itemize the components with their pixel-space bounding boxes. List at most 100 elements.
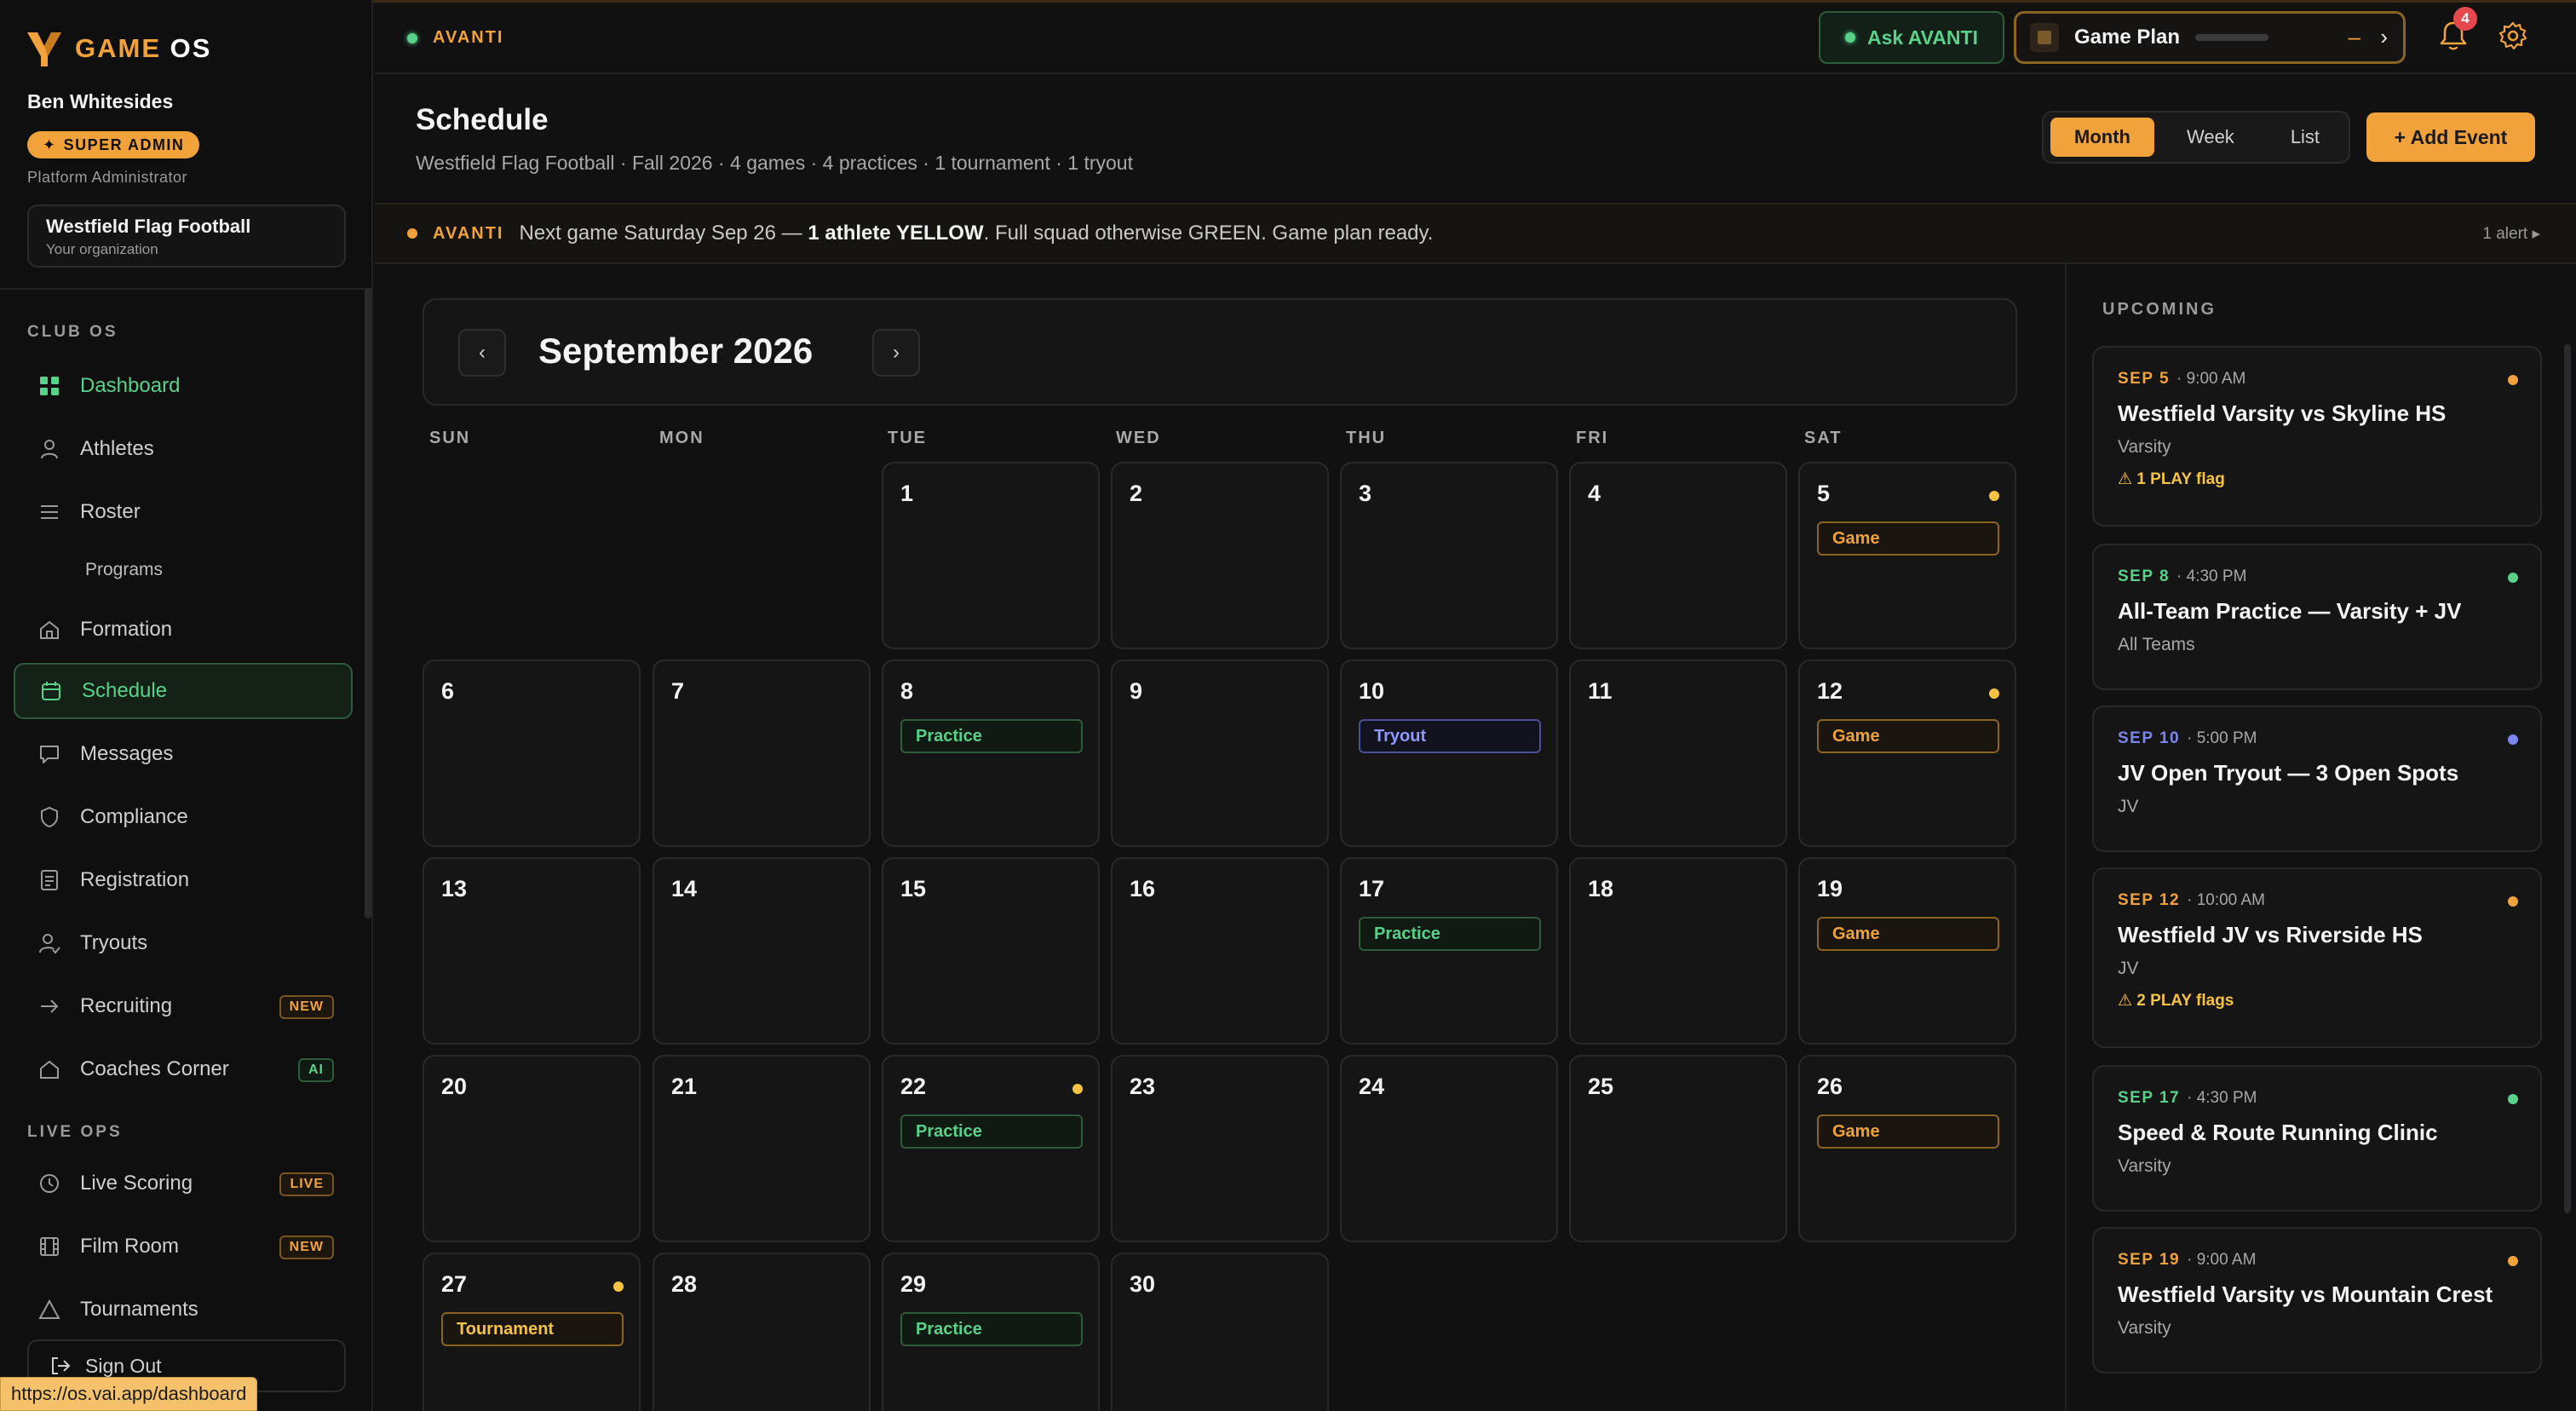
upcoming-event-card[interactable]: SEP 5 · 9:00 AM Westfield Varsity vs Skyli… — [2092, 346, 2542, 527]
sidebar-item-compliance[interactable]: Compliance — [14, 789, 353, 845]
game-plan-progress — [2195, 34, 2269, 41]
calendar-day-27[interactable]: 27 Tournament — [423, 1253, 641, 1411]
day-number: 12 — [1817, 678, 1843, 704]
day-number: 18 — [1588, 876, 1614, 901]
sidebar-item-schedule[interactable]: Schedule — [14, 663, 353, 719]
calendar-header: ‹ September 2026 › — [423, 298, 2017, 406]
calendar-day-6[interactable]: 6 — [423, 659, 641, 847]
calendar-day-1[interactable]: 1 — [882, 462, 1100, 649]
sidebar-item-tournaments[interactable]: Tournaments — [14, 1281, 353, 1338]
calendar-month-title: September 2026 — [538, 331, 814, 371]
calendar-day-16[interactable]: 16 — [1111, 857, 1329, 1045]
add-event-button[interactable]: + Add Event — [2366, 112, 2535, 162]
brand-logo[interactable]: GAME OS — [26, 29, 211, 68]
calendar-day-2[interactable]: 2 — [1111, 462, 1329, 649]
sidebar-item-athletes[interactable]: Athletes — [14, 421, 353, 477]
sidebar-item-recruiting[interactable]: Recruiting NEW — [14, 978, 353, 1034]
minimize-icon[interactable]: – — [2349, 24, 2360, 50]
calendar-day-19[interactable]: 19 Game — [1798, 857, 2016, 1045]
event-chip-game[interactable]: Game — [1817, 521, 1999, 556]
calendar-day-5[interactable]: 5 Game — [1798, 462, 2016, 649]
next-month-button[interactable]: › — [872, 329, 920, 377]
sidebar-item-film-room[interactable]: Film Room NEW — [14, 1218, 353, 1275]
event-chip-practice[interactable]: Practice — [900, 719, 1083, 753]
calendar-day-17[interactable]: 17 Practice — [1340, 857, 1558, 1045]
game-plan-widget[interactable]: Game Plan – › — [2014, 11, 2406, 64]
calendar-day-15[interactable]: 15 — [882, 857, 1100, 1045]
weekday-header-sat: SAT — [1804, 429, 1843, 447]
calendar-day-12[interactable]: 12 Game — [1798, 659, 2016, 847]
chevron-right-icon[interactable]: › — [2380, 24, 2388, 50]
upcoming-event-card[interactable]: SEP 10 · 5:00 PM JV Open Tryout — 3 Open S… — [2092, 706, 2542, 852]
event-chip-practice[interactable]: Practice — [900, 1114, 1083, 1149]
upcoming-event-card[interactable]: SEP 8 · 4:30 PM All-Team Practice — Varsit… — [2092, 544, 2542, 690]
view-week-button[interactable]: Week — [2163, 118, 2258, 157]
calendar-day-26[interactable]: 26 Game — [1798, 1055, 2016, 1242]
upcoming-event-card[interactable]: SEP 19 · 9:00 AM Westfield Varsity vs Moun… — [2092, 1227, 2542, 1374]
event-chip-tryout[interactable]: Tryout — [1359, 719, 1541, 753]
calendar-day-7[interactable]: 7 — [653, 659, 871, 847]
calendar-day-23[interactable]: 23 — [1111, 1055, 1329, 1242]
event-chip-game[interactable]: Game — [1817, 719, 1999, 753]
calendar-day-30[interactable]: 30 — [1111, 1253, 1329, 1411]
alert-count-link[interactable]: 1 alert ▸ — [2482, 224, 2540, 244]
calendar-day-9[interactable]: 9 — [1111, 659, 1329, 847]
calendar-icon — [42, 682, 60, 700]
gear-icon[interactable] — [2498, 20, 2528, 51]
sidebar-item-messages[interactable]: Messages — [14, 726, 353, 782]
sidebar-item-registration[interactable]: Registration — [14, 852, 353, 908]
event-chip-practice[interactable]: Practice — [900, 1312, 1083, 1346]
calendar-day-20[interactable]: 20 — [423, 1055, 641, 1242]
upcoming-event-card[interactable]: SEP 17 · 4:30 PM Speed & Route Running Cli… — [2092, 1065, 2542, 1212]
calendar-day-11[interactable]: 11 — [1569, 659, 1787, 847]
home-icon — [40, 620, 59, 639]
calendar-day-21[interactable]: 21 — [653, 1055, 871, 1242]
calendar-day-10[interactable]: 10 Tryout — [1340, 659, 1558, 847]
notification-count-badge: 4 — [2453, 7, 2477, 31]
weekday-header-thu: THU — [1346, 429, 1387, 447]
event-chip-game[interactable]: Game — [1817, 917, 1999, 951]
weekday-header-tue: TUE — [888, 429, 927, 447]
calendar-day-3[interactable]: 3 — [1340, 462, 1558, 649]
alert-dot-icon — [407, 228, 417, 239]
calendar-day-25[interactable]: 25 — [1569, 1055, 1787, 1242]
calendar-day-28[interactable]: 28 — [653, 1253, 871, 1411]
event-title: Westfield JV vs Riverside HS — [2118, 922, 2423, 947]
sidebar-item-dashboard[interactable]: Dashboard — [14, 358, 353, 414]
prev-month-button[interactable]: ‹ — [458, 329, 506, 377]
sidebar-item-label: Formation — [80, 618, 173, 641]
view-month-button[interactable]: Month — [2050, 118, 2154, 157]
calendar-day-29[interactable]: 29 Practice — [882, 1253, 1100, 1411]
sidebar-item-programs[interactable]: Programs — [14, 542, 353, 598]
sidebar-item-roster[interactable]: Roster — [14, 484, 353, 540]
upcoming-event-card[interactable]: SEP 12 · 10:00 AM Westfield JV vs Riversid… — [2092, 867, 2542, 1048]
event-datetime: SEP 5 · 9:00 AM — [2118, 370, 2246, 388]
org-switcher[interactable]: Westfield Flag Football Your organizatio… — [27, 204, 346, 268]
ask-avanti-button[interactable]: Ask AVANTI — [1819, 11, 2004, 64]
sidebar-item-label: Live Scoring — [80, 1172, 193, 1195]
calendar-day-18[interactable]: 18 — [1569, 857, 1787, 1045]
page-subtitle: Westfield Flag Football · Fall 2026 · 4 … — [416, 152, 1133, 174]
sidebar-item-label: Dashboard — [80, 374, 181, 397]
upcoming-scrollbar[interactable] — [2564, 344, 2571, 1213]
sidebar-item-coaches-corner[interactable]: Coaches Corner AI — [14, 1041, 353, 1097]
event-chip-game[interactable]: Game — [1817, 1114, 1999, 1149]
view-list-button[interactable]: List — [2267, 118, 2343, 157]
event-chip-practice[interactable]: Practice — [1359, 917, 1541, 951]
calendar-day-24[interactable]: 24 — [1340, 1055, 1558, 1242]
event-chip-tournament[interactable]: Tournament — [441, 1312, 624, 1346]
calendar-day-22[interactable]: 22 Practice — [882, 1055, 1100, 1242]
weekday-header-wed: WED — [1116, 429, 1161, 447]
avanti-status[interactable]: AVANTI — [407, 28, 503, 48]
sidebar-item-label: Coaches Corner — [80, 1057, 229, 1080]
sidebar-scrollbar[interactable] — [365, 288, 371, 919]
calendar-day-4[interactable]: 4 — [1569, 462, 1787, 649]
calendar-day-14[interactable]: 14 — [653, 857, 871, 1045]
sidebar-item-formation[interactable]: Formation — [14, 602, 353, 658]
sidebar-item-tryouts[interactable]: Tryouts — [14, 915, 353, 971]
calendar-day-8[interactable]: 8 Practice — [882, 659, 1100, 847]
sidebar-item-live-scoring[interactable]: Live Scoring LIVE — [14, 1155, 353, 1212]
day-number: 4 — [1588, 481, 1601, 506]
calendar-day-13[interactable]: 13 — [423, 857, 641, 1045]
event-status-dot-icon — [2508, 375, 2518, 385]
